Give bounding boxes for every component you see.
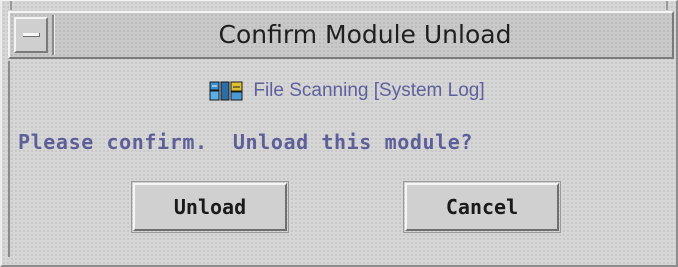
module-info: File Scanning [System Log] (2, 80, 678, 106)
window-menu-icon (23, 33, 40, 37)
window-frame-tick (666, 1, 668, 10)
title-bar[interactable]: Confirm Module Unload (8, 11, 674, 59)
unload-button[interactable]: Unload (131, 181, 289, 233)
window-menu-button[interactable] (14, 17, 48, 53)
confirm-prompt: Please confirm. Unload this module? (18, 130, 474, 154)
confirm-dialog-window: Confirm Module Unload File Scanning [Sys… (0, 0, 678, 267)
module-icon (209, 81, 243, 101)
title-divider (52, 15, 55, 55)
window-frame-tick (10, 1, 12, 10)
window-title: Confirm Module Unload (218, 20, 512, 49)
cancel-button[interactable]: Cancel (403, 181, 561, 233)
module-label: File Scanning [System Log] (253, 80, 485, 101)
